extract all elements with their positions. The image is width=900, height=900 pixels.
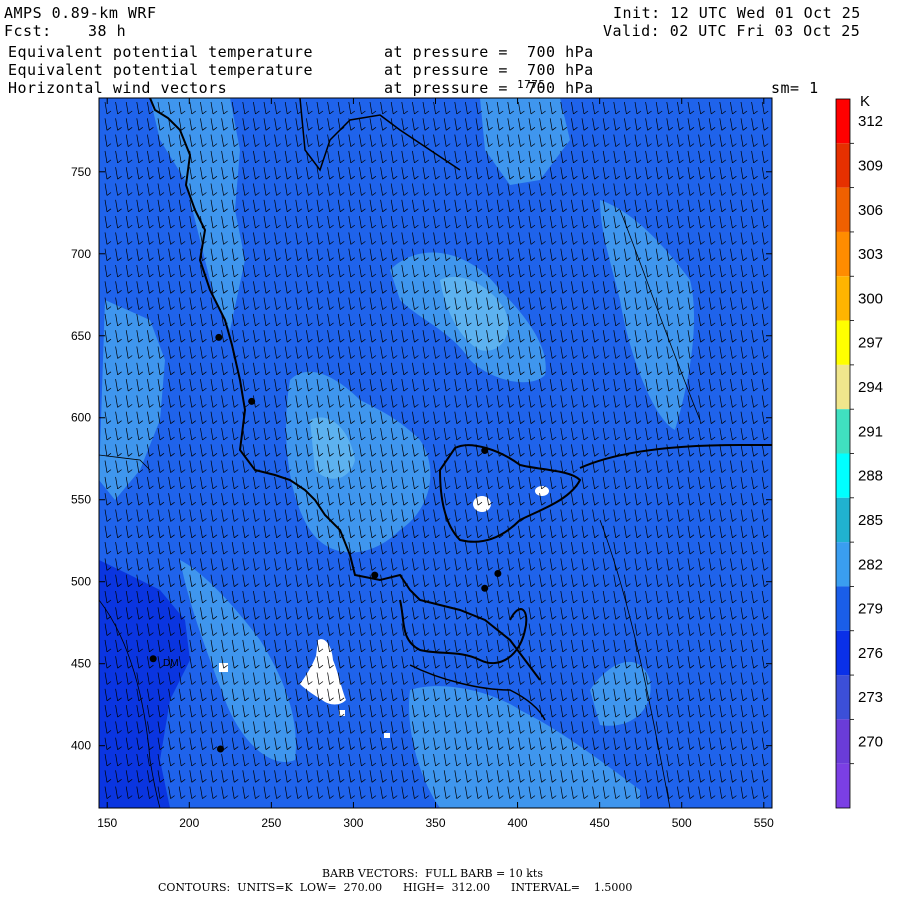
- map-figure: DM 150 200 250 300 350 400 450 500 550 750 700 650…: [71, 93, 883, 830]
- map-field: DM: [99, 98, 772, 808]
- footer-barb-line: BARB VECTORS: FULL BARB = 10 kts: [322, 867, 543, 880]
- x-tick-label: 350: [425, 816, 445, 830]
- colorbar-segment: [836, 364, 850, 410]
- colorbar-segment: [836, 276, 850, 321]
- footer-contour-line: CONTOURS: UNITS=K LOW= 270.00 HIGH= 312.…: [158, 881, 633, 894]
- x-tick-label: 450: [590, 816, 610, 830]
- station-dot: [215, 333, 223, 341]
- x-tick-label: 300: [343, 816, 363, 830]
- colorbar-label: 303: [858, 246, 883, 263]
- colorbar-segment: [836, 187, 850, 232]
- x-tick-label: 250: [261, 816, 281, 830]
- colorbar-segment: [836, 320, 850, 365]
- colorbar-unit: K: [860, 93, 870, 110]
- station-dot: [216, 745, 224, 753]
- colorbar-segment: [836, 143, 850, 188]
- colorbar-label: 291: [858, 423, 883, 440]
- y-tick-label: 450: [71, 657, 91, 671]
- colorbar-segment: [836, 453, 850, 498]
- x-tick-label: 400: [508, 816, 528, 830]
- inline-map-label: DM: [163, 658, 179, 669]
- x-tick-label: 200: [179, 816, 199, 830]
- colorbar-label: 309: [858, 157, 883, 174]
- colorbar-label: 279: [858, 601, 883, 618]
- colorbar-segment: [836, 409, 850, 454]
- colorbar-segment: [836, 497, 850, 543]
- masked-terrain-6: [384, 733, 390, 738]
- station-dot: [248, 397, 256, 405]
- colorbar-label: 294: [858, 379, 883, 396]
- colorbar-label: 306: [858, 202, 883, 219]
- colorbar-label: 288: [858, 468, 883, 485]
- colorbar-segment: [836, 586, 850, 631]
- station-dot: [149, 655, 157, 663]
- y-tick-label: 550: [71, 493, 91, 507]
- y-tick-label: 650: [71, 329, 91, 343]
- colorbar-label: 270: [858, 734, 883, 751]
- colorbar-segment: [836, 542, 850, 587]
- station-dot: [481, 447, 489, 455]
- colorbar-segment: [836, 675, 850, 720]
- colorbar-segment: [836, 231, 850, 277]
- colorbar-label: 300: [858, 290, 883, 307]
- colorbar-segment: [836, 719, 850, 764]
- colorbar: 312 309 306 303 300 297 294 291 288 285 282 279 276 2…: [835, 98, 883, 809]
- colorbar-label: 297: [858, 335, 883, 352]
- y-tick-label: 600: [71, 411, 91, 425]
- y-tick-label: 500: [71, 575, 91, 589]
- y-tick-label: 700: [71, 247, 91, 261]
- station-dot: [494, 570, 502, 578]
- colorbar-label: 285: [858, 512, 883, 529]
- colorbar-segment: [836, 99, 850, 144]
- colorbar-label: 282: [858, 556, 883, 573]
- colorbar-segment: [836, 763, 850, 808]
- station-dot: [371, 571, 379, 579]
- x-tick-label: 500: [672, 816, 692, 830]
- station-dot: [481, 584, 489, 592]
- colorbar-label: 273: [858, 689, 883, 706]
- y-tick-label: 750: [71, 165, 91, 179]
- y-tick-label: 400: [71, 739, 91, 753]
- colorbar-label: 276: [858, 645, 883, 662]
- masked-terrain-3: [535, 486, 549, 496]
- x-tick-label: 550: [754, 816, 774, 830]
- x-tick-label: 150: [97, 816, 117, 830]
- colorbar-segment: [836, 630, 850, 676]
- colorbar-label: 312: [858, 113, 883, 130]
